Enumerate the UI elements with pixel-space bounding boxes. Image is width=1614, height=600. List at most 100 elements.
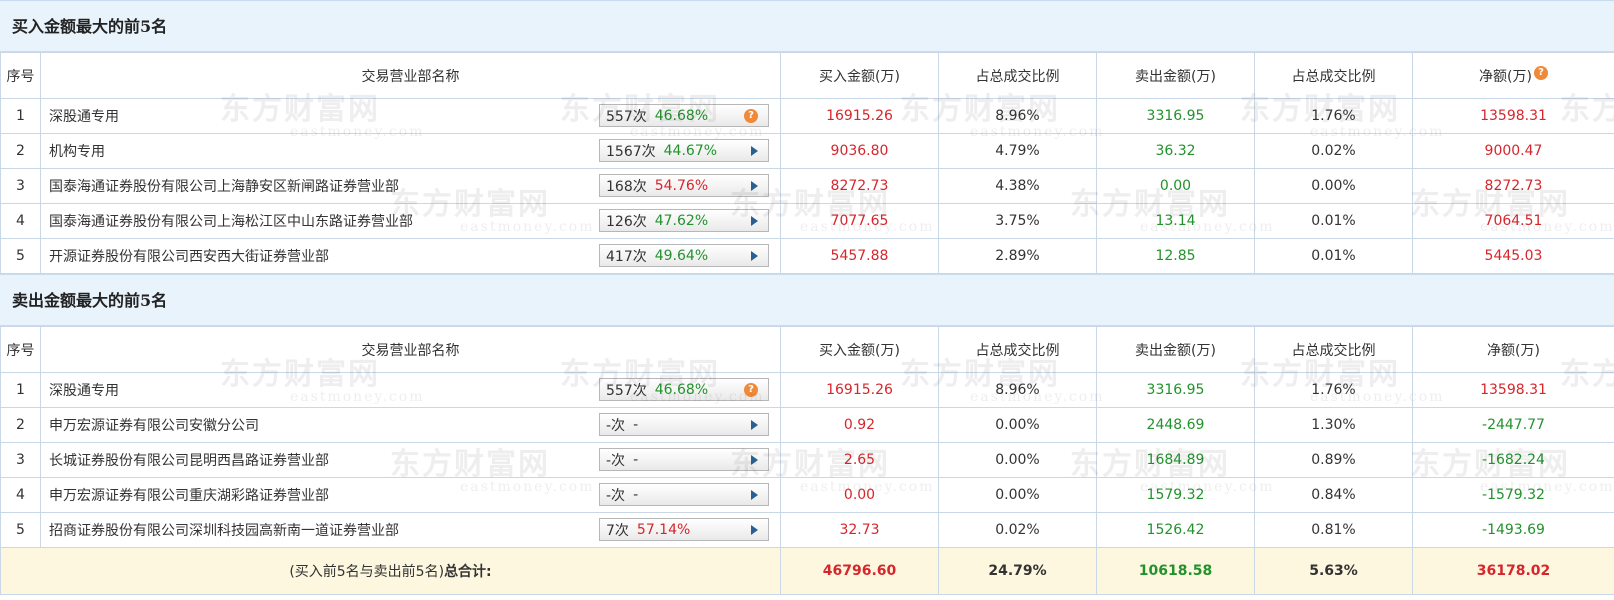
seat-action[interactable]: ? [744,382,758,397]
branch-name-link[interactable]: 招商证券股份有限公司深圳科技园高新南一道证券营业部 [49,523,399,539]
arrow-right-icon[interactable] [751,250,758,261]
table-row: 5 开源证券股份有限公司西安西大街证券营业部 417次 49.64% 5457.88 2.… [0,238,1614,274]
col-net-amount: 净额(万)? [1412,52,1614,99]
arrow-right-icon[interactable] [751,180,758,191]
branch-name-link[interactable]: 国泰海通证券股份有限公司上海静安区新闸路证券营业部 [49,179,399,195]
seat-stats-button[interactable]: 557次 46.68%? [599,104,769,127]
net-amount: -1682.24 [1412,442,1614,478]
buy-amount: 8272.73 [780,168,939,204]
question-icon[interactable]: ? [1533,65,1548,80]
arrow-right-icon[interactable] [751,524,758,535]
buy-amount: 5457.88 [780,238,939,274]
seat-action[interactable]: ? [744,108,758,123]
row-index: 1 [0,98,41,134]
sell-ratio: 0.81% [1254,512,1413,548]
seat-action[interactable] [751,250,758,261]
sell-amount: 1579.32 [1096,477,1255,513]
branch-name-link[interactable]: 深股通专用 [49,109,119,125]
branch-name-link[interactable]: 申万宏源证券有限公司安徽分公司 [49,418,259,434]
seat-action[interactable] [751,180,758,191]
seat-count: 168次 [606,178,647,195]
branch-name-link[interactable]: 深股通专用 [49,383,119,399]
sell-table-body: 1 深股通专用 557次 46.68%? 16915.26 8.96% 3316.95 1.7… [0,372,1614,548]
table-row: 5 招商证券股份有限公司深圳科技园高新南一道证券营业部 7次 57.14% 32.73 0… [0,512,1614,548]
branch-name-link[interactable]: 机构专用 [49,144,105,160]
buy-ratio: 2.89% [938,238,1097,274]
row-index: 2 [0,407,41,443]
net-amount: 7064.51 [1412,203,1614,239]
col-net-amount: 净额(万) [1412,326,1614,373]
branch-cell: 长城证券股份有限公司昆明西昌路证券营业部 -次 - [40,442,781,478]
sell-amount: 1684.89 [1096,442,1255,478]
seat-stats-button[interactable]: 417次 49.64% [599,244,769,267]
arrow-right-icon[interactable] [751,145,758,156]
seat-action[interactable] [751,489,758,500]
net-amount: 9000.47 [1412,133,1614,169]
branch-cell: 国泰海通证券股份有限公司上海松江区中山东路证券营业部 126次 47.62% [40,203,781,239]
seat-action[interactable] [751,454,758,465]
arrow-right-icon[interactable] [751,419,758,430]
col-index: 序号 [0,52,41,99]
branch-cell: 深股通专用 557次 46.68%? [40,98,781,134]
buy-section-title: 买入金额最大的前5名 [0,0,1614,52]
buy-ratio: 0.00% [938,442,1097,478]
arrow-right-icon[interactable] [751,454,758,465]
branch-cell: 招商证券股份有限公司深圳科技园高新南一道证券营业部 7次 57.14% [40,512,781,548]
table-row: 1 深股通专用 557次 46.68%? 16915.26 8.96% 3316.95 1.7… [0,98,1614,134]
col-sell-amount: 卖出金额(万) [1096,52,1255,99]
seat-count: 1567次 [606,143,656,160]
sell-ratio: 0.00% [1254,168,1413,204]
seat-stats-button[interactable]: -次 - [599,413,769,436]
total-buy-ratio: 24.79% [938,547,1097,595]
seat-stats-button[interactable]: 126次 47.62% [599,209,769,232]
row-index: 1 [0,372,41,408]
row-index: 2 [0,133,41,169]
buy-table-header: 序号 交易营业部名称 买入金额(万) 占总成交比例 卖出金额(万) 占总成交比例… [0,52,1614,99]
table-row: 1 深股通专用 557次 46.68%? 16915.26 8.96% 3316.95 1.7… [0,372,1614,408]
branch-cell: 申万宏源证券有限公司重庆湖彩路证券营业部 -次 - [40,477,781,513]
seat-action[interactable] [751,215,758,226]
net-amount: -1579.32 [1412,477,1614,513]
sell-ratio: 0.02% [1254,133,1413,169]
sell-ratio: 0.84% [1254,477,1413,513]
branch-cell: 国泰海通证券股份有限公司上海静安区新闸路证券营业部 168次 54.76% [40,168,781,204]
total-row: (买入前5名与卖出前5名)总合计: 46796.60 24.79% 10618.… [0,547,1614,595]
lhb-page: 买入金额最大的前5名 序号 交易营业部名称 买入金额(万) 占总成交比例 卖出金… [0,0,1614,600]
branch-name-link[interactable]: 开源证券股份有限公司西安西大街证券营业部 [49,249,329,265]
seat-stats-button[interactable]: 557次 46.68%? [599,378,769,401]
sell-table-header: 序号 交易营业部名称 买入金额(万) 占总成交比例 卖出金额(万) 占总成交比例… [0,326,1614,373]
net-amount: 8272.73 [1412,168,1614,204]
seat-count: -次 [606,417,626,434]
col-sell-amount: 卖出金额(万) [1096,326,1255,373]
table-row: 4 国泰海通证券股份有限公司上海松江区中山东路证券营业部 126次 47.62% 707… [0,203,1614,239]
col-buy-amount: 买入金额(万) [780,52,939,99]
seat-action[interactable] [751,145,758,156]
row-index: 5 [0,512,41,548]
arrow-right-icon[interactable] [751,489,758,500]
seat-win-rate: 46.68% [654,381,709,398]
seat-count: 417次 [606,248,647,265]
buy-ratio: 0.00% [938,477,1097,513]
sell-ratio: 0.01% [1254,203,1413,239]
buy-ratio: 4.38% [938,168,1097,204]
seat-stats-button[interactable]: -次 - [599,483,769,506]
question-icon[interactable]: ? [744,108,758,123]
branch-name-link[interactable]: 长城证券股份有限公司昆明西昌路证券营业部 [49,453,329,469]
arrow-right-icon[interactable] [751,215,758,226]
sell-ratio: 1.30% [1254,407,1413,443]
seat-action[interactable] [751,524,758,535]
seat-stats-button[interactable]: 168次 54.76% [599,174,769,197]
buy-ratio: 0.02% [938,512,1097,548]
buy-amount: 7077.65 [780,203,939,239]
seat-stats-button[interactable]: -次 - [599,448,769,471]
col-buy-amount: 买入金额(万) [780,326,939,373]
branch-name-link[interactable]: 国泰海通证券股份有限公司上海松江区中山东路证券营业部 [49,214,413,230]
branch-cell: 申万宏源证券有限公司安徽分公司 -次 - [40,407,781,443]
seat-stats-button[interactable]: 1567次 44.67% [599,139,769,162]
sell-ratio: 0.89% [1254,442,1413,478]
seat-stats-button[interactable]: 7次 57.14% [599,518,769,541]
question-icon[interactable]: ? [744,382,758,397]
sell-ratio: 1.76% [1254,372,1413,408]
seat-action[interactable] [751,419,758,430]
branch-name-link[interactable]: 申万宏源证券有限公司重庆湖彩路证券营业部 [49,488,329,504]
